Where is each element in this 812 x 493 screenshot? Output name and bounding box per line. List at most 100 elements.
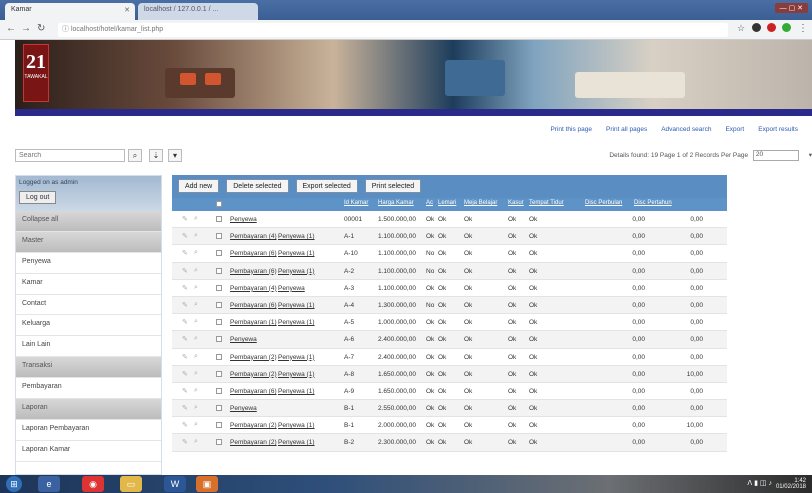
extension-icon[interactable]: [782, 23, 791, 32]
table-row[interactable]: ✎ ⌕ Pembayaran (4) Penyewa (1) A-1 1.100.000,…: [172, 228, 727, 246]
add-new-button[interactable]: Add new: [178, 179, 220, 193]
table-row[interactable]: ✎ ⌕ Pembayaran (6) Penyewa (1) A-10 1.100.000…: [172, 245, 727, 263]
detail-link[interactable]: Penyewa (1): [278, 388, 315, 395]
table-row[interactable]: ✎ ⌕ Pembayaran (6) Penyewa (1) A-9 1.650.000,…: [172, 383, 727, 401]
view-icon[interactable]: ⌕: [194, 267, 198, 275]
edit-icon[interactable]: ✎: [182, 284, 188, 292]
column-header[interactable]: Disc Pertahun: [634, 200, 672, 206]
print-page-link[interactable]: Print this page: [550, 126, 592, 133]
view-icon[interactable]: ⌕: [194, 318, 198, 326]
view-icon[interactable]: ⌕: [194, 301, 198, 309]
row-checkbox[interactable]: [216, 336, 222, 343]
view-icon[interactable]: ⌕: [194, 404, 198, 412]
column-header[interactable]: Lemari: [438, 200, 456, 206]
detail-link[interactable]: Penyewa: [278, 285, 305, 292]
extension-icon[interactable]: [752, 23, 761, 32]
edit-icon[interactable]: ✎: [182, 421, 188, 429]
detail-link[interactable]: Penyewa (1): [278, 439, 315, 446]
records-per-page-select[interactable]: 20: [752, 150, 799, 161]
row-checkbox[interactable]: [216, 233, 222, 240]
column-header[interactable]: Id Kamar: [344, 200, 368, 206]
row-checkbox[interactable]: [216, 319, 222, 326]
chrome-icon[interactable]: ◉: [82, 476, 104, 492]
view-icon[interactable]: ⌕: [194, 370, 198, 378]
edit-icon[interactable]: ✎: [182, 249, 188, 257]
detail-link[interactable]: Penyewa (1): [278, 268, 315, 275]
close-tab-icon[interactable]: ✕: [124, 6, 130, 14]
column-header[interactable]: Ac: [426, 200, 433, 206]
table-row[interactable]: ✎ ⌕ Pembayaran (2) Penyewa (1) B-2 2.300.000,…: [172, 434, 727, 452]
row-checkbox[interactable]: [216, 405, 222, 412]
row-checkbox[interactable]: [216, 439, 222, 446]
detail-link[interactable]: Penyewa: [230, 336, 257, 343]
table-row[interactable]: ✎ ⌕ Pembayaran (2) Penyewa (1) A-7 2.400.000,…: [172, 349, 727, 366]
detail-link[interactable]: Pembayaran (2): [230, 354, 277, 361]
sidebar-item[interactable]: Laporan Kamar: [16, 441, 161, 462]
sidebar-item[interactable]: Pembayaran: [16, 378, 161, 400]
row-checkbox[interactable]: [216, 267, 222, 274]
sidebar-item[interactable]: Laporan Pembayaran: [16, 420, 161, 441]
view-icon[interactable]: ⌕: [194, 249, 198, 257]
detail-link[interactable]: Pembayaran (4): [230, 233, 277, 240]
sidebar-item[interactable]: Keluarga: [16, 315, 161, 337]
detail-link[interactable]: Pembayaran (6): [230, 302, 277, 309]
table-row[interactable]: ✎ ⌕ Penyewa B-1 2.550.000,00 Ok Ok Ok Ok Ok 0,00 0,…: [172, 400, 727, 418]
edit-icon[interactable]: ✎: [182, 387, 188, 395]
table-row[interactable]: ✎ ⌕ Pembayaran (4) Penyewa A-3 1.100.000,00 Ok…: [172, 280, 727, 297]
sidebar-item[interactable]: Lain Lain: [16, 336, 161, 358]
detail-link[interactable]: Penyewa (1): [278, 319, 315, 326]
edit-icon[interactable]: ✎: [182, 301, 188, 309]
url-field[interactable]: ⓘ localhost/hotel/kamar_list.php: [58, 23, 728, 37]
detail-link[interactable]: Pembayaran (6): [230, 250, 277, 257]
folder-icon[interactable]: ▭: [120, 476, 142, 492]
detail-link[interactable]: Penyewa (1): [278, 422, 315, 429]
view-icon[interactable]: ⌕: [194, 387, 198, 395]
table-row[interactable]: ✎ ⌕ Pembayaran (2) Penyewa (1) A-8 1.650.000,…: [172, 365, 727, 383]
detail-link[interactable]: Penyewa (1): [278, 371, 315, 378]
detail-link[interactable]: Pembayaran (2): [230, 439, 277, 446]
logout-button[interactable]: Log out: [19, 191, 57, 204]
search-icon[interactable]: ⌕: [128, 149, 142, 162]
column-header[interactable]: Kasur: [508, 200, 524, 206]
search-input[interactable]: [15, 149, 125, 162]
view-icon[interactable]: ⌕: [194, 421, 198, 429]
detail-link[interactable]: Pembayaran (6): [230, 388, 277, 395]
table-row[interactable]: ✎ ⌕ Pembayaran (2) Penyewa (1) B-1 2.000.000,…: [172, 417, 727, 435]
app-icon[interactable]: ▣: [196, 476, 218, 492]
start-button-icon[interactable]: ⊞: [6, 476, 22, 492]
table-row[interactable]: ✎ ⌕ Pembayaran (1) Penyewa (1) A-5 1.000.000,…: [172, 314, 727, 332]
row-checkbox[interactable]: [216, 250, 222, 257]
edit-icon[interactable]: ✎: [182, 318, 188, 326]
sidebar-item[interactable]: Penyewa: [16, 253, 161, 274]
edit-icon[interactable]: ✎: [182, 215, 188, 223]
window-controls[interactable]: — ▢ ✕: [774, 3, 808, 13]
view-icon[interactable]: ⌕: [194, 335, 198, 343]
detail-link[interactable]: Penyewa (1): [278, 302, 315, 309]
detail-link[interactable]: Pembayaran (2): [230, 371, 277, 378]
column-header[interactable]: Meja Belajar: [464, 200, 497, 206]
system-tray-icons[interactable]: ᐱ ▮ ◫ ♪: [747, 479, 772, 487]
edit-icon[interactable]: ✎: [182, 232, 188, 240]
sidebar-group-header[interactable]: Collapse all: [16, 211, 161, 232]
row-checkbox[interactable]: [216, 353, 222, 360]
detail-link[interactable]: Pembayaran (2): [230, 422, 277, 429]
print-selected-button[interactable]: Print selected: [364, 179, 422, 193]
export-selected-button[interactable]: Export selected: [295, 179, 358, 193]
print-all-link[interactable]: Print all pages: [606, 126, 647, 133]
row-checkbox[interactable]: [216, 387, 222, 394]
detail-link[interactable]: Pembayaran (4): [230, 285, 277, 292]
sidebar-group-header[interactable]: Laporan: [16, 399, 161, 420]
table-row[interactable]: ✎ ⌕ Penyewa 00001 1.500.000,00 Ok Ok Ok Ok Ok 0,00…: [172, 211, 727, 229]
dropdown-arrow-icon[interactable]: ▾: [168, 149, 182, 162]
delete-selected-button[interactable]: Delete selected: [226, 179, 289, 193]
detail-link[interactable]: Pembayaran (6): [230, 268, 277, 275]
view-icon[interactable]: ⌕: [194, 284, 198, 292]
edit-icon[interactable]: ✎: [182, 404, 188, 412]
sidebar-group-header[interactable]: Master: [16, 231, 161, 253]
edit-icon[interactable]: ✎: [182, 370, 188, 378]
row-checkbox[interactable]: [216, 301, 222, 308]
table-row[interactable]: ✎ ⌕ Pembayaran (6) Penyewa (1) A-2 1.100.000,…: [172, 262, 727, 280]
extension-icon[interactable]: [767, 23, 776, 32]
view-icon[interactable]: ⌕: [194, 232, 198, 240]
detail-link[interactable]: Penyewa (1): [278, 250, 315, 257]
